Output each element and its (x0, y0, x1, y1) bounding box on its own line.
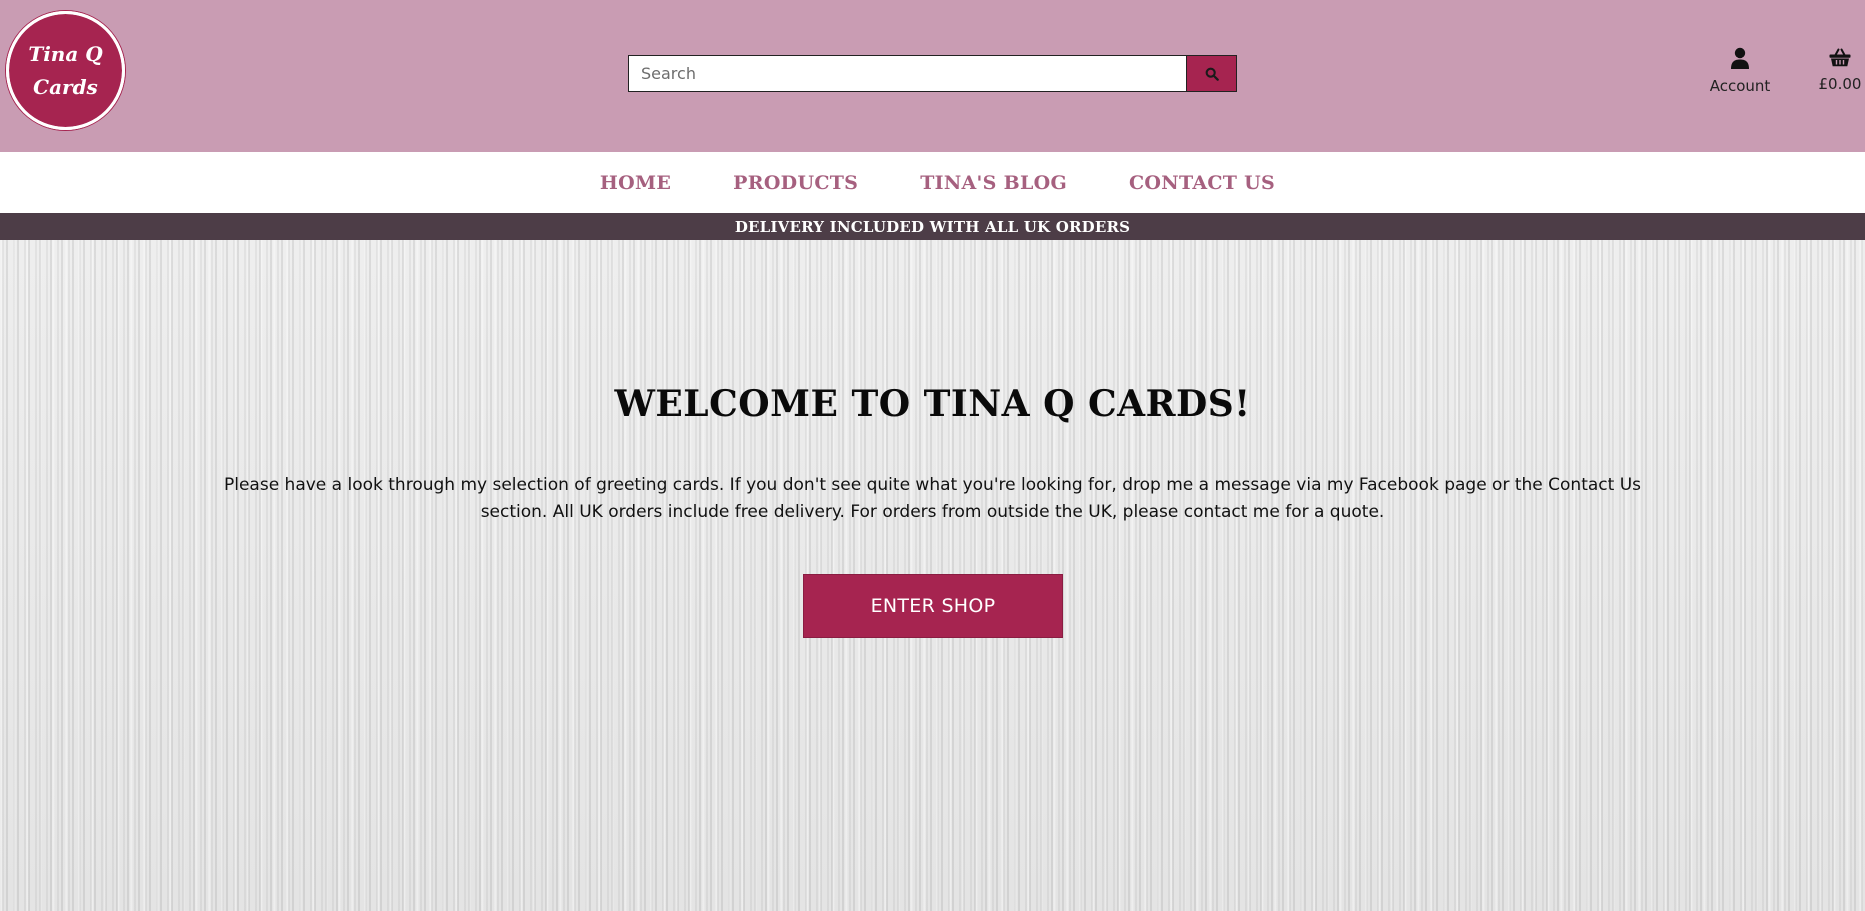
logo-line-2: Cards (33, 74, 98, 99)
search-input[interactable] (628, 55, 1186, 92)
logo-line-1: Tina Q (28, 41, 103, 66)
hero-title: WELCOME TO TINA Q CARDS! (614, 383, 1251, 425)
site-header: Tina Q Cards Account £0.00 (0, 0, 1865, 152)
logo-text: Tina Q Cards (16, 38, 116, 104)
basket-total: £0.00 (1818, 75, 1862, 93)
nav-home[interactable]: HOME (600, 172, 671, 194)
search-icon (1205, 67, 1219, 81)
nav-products[interactable]: PRODUCTS (733, 172, 858, 194)
delivery-banner-text: DELIVERY INCLUDED WITH ALL UK ORDERS (734, 217, 1131, 236)
enter-shop-button[interactable]: ENTER SHOP (803, 574, 1063, 638)
shopping-basket-icon (1829, 48, 1851, 67)
delivery-banner: DELIVERY INCLUDED WITH ALL UK ORDERS (0, 213, 1865, 240)
search-button[interactable] (1186, 55, 1237, 92)
hero-description: Please have a look through my selection … (223, 475, 1641, 522)
basket-link[interactable]: £0.00 (1812, 47, 1865, 93)
hero-section: WELCOME TO TINA Q CARDS! Please have a l… (0, 240, 1865, 911)
user-icon (1731, 47, 1749, 69)
account-label: Account (1709, 77, 1771, 95)
search-form (628, 55, 1237, 92)
main-nav: HOME PRODUCTS TINA'S BLOG CONTACT US (0, 152, 1865, 213)
nav-contact-us[interactable]: CONTACT US (1129, 172, 1275, 194)
site-logo[interactable]: Tina Q Cards (6, 11, 125, 130)
nav-tinas-blog[interactable]: TINA'S BLOG (920, 172, 1067, 194)
account-link[interactable]: Account (1700, 47, 1780, 95)
